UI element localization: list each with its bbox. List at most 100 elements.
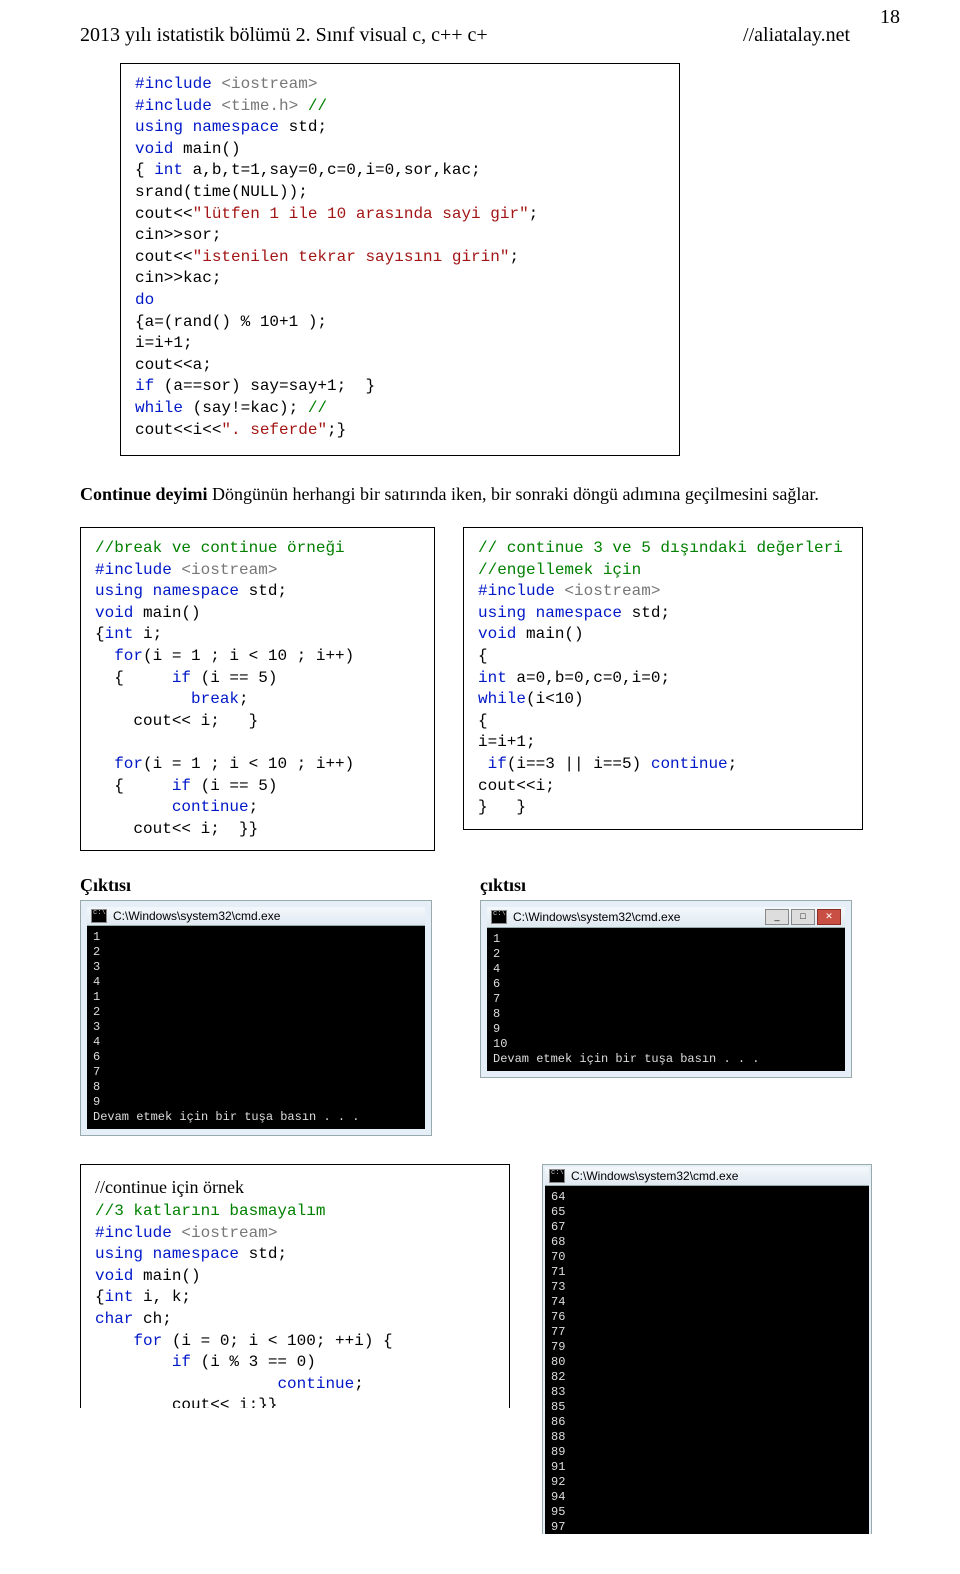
kw: if <box>95 1353 191 1371</box>
kw: for <box>95 755 143 773</box>
txt: i, k; <box>133 1288 191 1306</box>
txt: (i<10) <box>526 690 584 708</box>
txt: i=i+1; <box>135 334 193 352</box>
txt: main() <box>133 1267 200 1285</box>
kw: continue <box>172 798 249 816</box>
txt: (i = 1 ; i < 10 ; i++) <box>143 755 354 773</box>
kw: using <box>135 118 183 136</box>
continue-desc: Döngünün herhangi bir satırında iken, bi… <box>208 484 819 504</box>
minimize-button[interactable]: _ <box>765 909 789 925</box>
txt: { <box>95 777 172 795</box>
kw: #include <box>95 561 172 579</box>
kw: for <box>95 647 143 665</box>
console-window-3: C:\Windows\system32\cmd.exe 64 65 67 68 … <box>542 1164 872 1534</box>
document-page: 18 2013 yılı istatistik bölümü 2. Sınıf … <box>0 0 960 1574</box>
console-titlebar: C:\Windows\system32\cmd.exe <box>87 907 425 926</box>
kw: namespace <box>526 604 622 622</box>
str: "istenilen tekrar sayısını girin" <box>193 248 510 266</box>
kw: for <box>95 1332 162 1350</box>
kw: using <box>95 1245 143 1263</box>
txt: a=0,b=0,c=0,i=0; <box>507 669 670 687</box>
kw: if <box>478 755 507 773</box>
continue-label: Continue deyimi <box>80 484 208 504</box>
txt: (i = 1 ; i < 10 ; i++) <box>143 647 354 665</box>
kw: if <box>172 777 191 795</box>
console-title-text: C:\Windows\system32\cmd.exe <box>513 910 680 924</box>
txt: {a=(rand() % 10+1 ); <box>135 313 327 331</box>
two-column-code: //break ve continue örneği #include <ios… <box>80 527 890 851</box>
output-labels: Çıktısı çıktısı <box>80 875 890 896</box>
document-header: 2013 yılı istatistik bölümü 2. Sınıf vis… <box>80 24 890 47</box>
txt: (say!=kac); <box>183 399 308 417</box>
console-titlebar: C:\Windows\system32\cmd.exe <box>545 1167 869 1186</box>
page-number: 18 <box>880 6 900 29</box>
comment: // <box>298 97 327 115</box>
hdr: <iostream> <box>212 75 318 93</box>
txt <box>95 1375 277 1393</box>
txt: cout<< i; }} <box>95 820 258 838</box>
txt: (a==sor) say=say+1; } <box>154 377 375 395</box>
txt: std; <box>279 118 327 136</box>
cmd-icon <box>491 910 507 924</box>
kw: void <box>478 625 516 643</box>
txt: cin>>kac; <box>135 269 221 287</box>
console-column-3: C:\Windows\system32\cmd.exe 64 65 67 68 … <box>542 1164 872 1534</box>
txt: ; <box>529 205 539 223</box>
txt: ; <box>354 1375 364 1393</box>
kw: int <box>105 1288 134 1306</box>
output-label-right: çıktısı <box>480 875 526 896</box>
txt: i=i+1; <box>478 733 536 751</box>
code-block-4: //continue için örnek //3 katlarını basm… <box>80 1164 510 1408</box>
txt: cout<< i;}} <box>95 1396 277 1408</box>
txt: main() <box>173 140 240 158</box>
kw: int <box>105 625 134 643</box>
txt: cin>>sor; <box>135 226 221 244</box>
kw: #include <box>95 1224 172 1242</box>
kw: int <box>154 161 183 179</box>
kw: while <box>478 690 526 708</box>
txt: main() <box>516 625 583 643</box>
console-titlebar: C:\Windows\system32\cmd.exe _ □ ✕ <box>487 907 845 928</box>
window-buttons: _ □ ✕ <box>765 909 841 925</box>
close-button[interactable]: ✕ <box>817 909 841 925</box>
txt: { <box>478 712 488 730</box>
txt: } } <box>478 798 526 816</box>
txt: i; <box>133 625 162 643</box>
kw: int <box>478 669 507 687</box>
comment: //3 katlarını basmayalım <box>95 1202 325 1220</box>
txt: main() <box>133 604 200 622</box>
txt <box>95 798 172 816</box>
kw: using <box>478 604 526 622</box>
txt: cout<< <box>135 205 193 223</box>
bottom-section: //continue için örnek //3 katlarını basm… <box>80 1164 890 1534</box>
txt: cout<<i; <box>478 777 555 795</box>
maximize-button[interactable]: □ <box>791 909 815 925</box>
cmd-icon <box>91 909 107 923</box>
console-row: C:\Windows\system32\cmd.exe 1 2 3 4 1 2 … <box>80 900 890 1136</box>
txt: (i = 0; i < 100; ++i) { <box>162 1332 392 1350</box>
txt: ; <box>249 798 259 816</box>
kw: #include <box>135 75 212 93</box>
cmd-icon <box>549 1169 565 1183</box>
str: ". seferde" <box>221 421 327 439</box>
txt: { <box>478 647 488 665</box>
kw: namespace <box>183 118 279 136</box>
txt: ;} <box>327 421 346 439</box>
plain-comment: //continue için örnek <box>95 1177 244 1197</box>
kw: #include <box>478 582 555 600</box>
txt: std; <box>239 582 287 600</box>
kw: void <box>135 140 173 158</box>
txt: std; <box>239 1245 287 1263</box>
txt: cout<< i; } <box>95 712 258 730</box>
header-title: 2013 yılı istatistik bölümü 2. Sınıf vis… <box>80 24 663 47</box>
comment: // continue 3 ve 5 dışındaki değerleri <box>478 539 843 557</box>
txt: (i % 3 == 0) <box>191 1353 316 1371</box>
kw: void <box>95 1267 133 1285</box>
continue-description: Continue deyimi Döngünün herhangi bir sa… <box>80 484 890 505</box>
txt: cout<<a; <box>135 356 212 374</box>
txt: { <box>95 625 105 643</box>
comment: // <box>308 399 327 417</box>
console-body: 1 2 4 6 7 8 9 10 Devam etmek için bir tu… <box>487 928 845 1071</box>
hdr: <iostream> <box>172 561 278 579</box>
txt: cout<< <box>135 248 193 266</box>
